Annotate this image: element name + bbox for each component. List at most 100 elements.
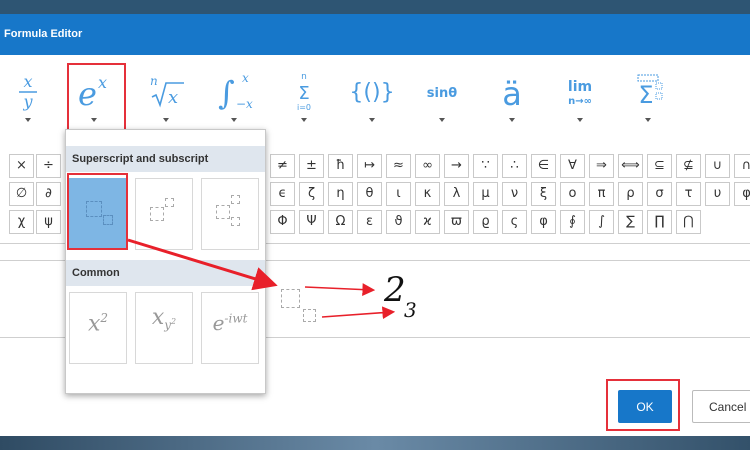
svg-text:Σ: Σ [638,81,653,109]
symbol-button[interactable]: ς [502,210,527,234]
symbol-button[interactable]: ≠ [270,154,295,178]
symbol-button[interactable]: ⊆ [647,154,672,178]
symbol-button[interactable]: ⇒ [589,154,614,178]
symbol-button[interactable]: Ω [328,210,353,234]
symbol-button[interactable]: ∂ [36,182,61,206]
bracket-icon: {()} [344,68,400,114]
symbol-button[interactable]: ⟺ [618,154,643,178]
symbol-button[interactable]: → [444,154,469,178]
symbol-button[interactable]: ζ [299,182,324,206]
chevron-down-icon [439,118,445,122]
symbol-button[interactable]: ∏ [647,210,672,234]
symbol-button[interactable]: ϱ [473,210,498,234]
integral-button[interactable]: ∫ x −x [206,62,262,128]
symbol-button[interactable]: ∅ [9,182,34,206]
symbol-button[interactable]: π [589,182,614,206]
common-x-squared-label: x2 [87,311,109,337]
symbol-button[interactable]: ε [357,210,382,234]
section-label-common: Common [66,260,265,286]
function-button[interactable]: sinθ [414,62,470,128]
operator-icon: Σ [620,68,676,114]
symbol-button[interactable]: μ [473,182,498,206]
symbol-button[interactable]: ∞ [415,154,440,178]
symbol-button[interactable]: ψ [36,210,61,234]
large-operator-button[interactable]: n Σi=0 [276,62,332,128]
chevron-down-icon [577,118,583,122]
radical-button[interactable]: nx [138,62,194,128]
sum-icon: n Σi=0 [276,68,332,114]
chevron-down-icon [509,118,515,122]
symbol-button[interactable]: σ [647,182,672,206]
symbol-button[interactable]: ϑ [386,210,411,234]
bracket-button[interactable]: {()} [344,62,400,128]
symbol-button[interactable]: ∴ [502,154,527,178]
common-e-power-iwt[interactable]: e-iwt [201,292,259,364]
symbol-button[interactable]: ξ [531,182,556,206]
limit-button[interactable]: lim n→∞ [552,62,608,128]
symbol-button[interactable]: ϖ [444,210,469,234]
symbol-button[interactable]: φ [531,210,556,234]
symbol-button[interactable]: τ [676,182,701,206]
symbol-button[interactable]: ⋂ [676,210,701,234]
symbol-button[interactable]: κ [415,182,440,206]
chevron-down-icon [163,118,169,122]
symbol-button[interactable]: ÷ [36,154,61,178]
radical-icon: nx [138,68,194,114]
common-x-sub-y-squared[interactable]: xy2 [135,292,193,364]
background-bottom [0,436,750,450]
highlight-box-template [67,173,128,250]
symbol-button[interactable]: ∫ [589,210,614,234]
common-x-squared[interactable]: x2 [69,292,127,364]
chevron-down-icon [369,118,375,122]
operator-button[interactable]: Σ [620,62,676,128]
fraction-icon: xy [0,68,56,114]
symbol-button[interactable]: ± [299,154,324,178]
highlight-box-toolbar [67,63,126,135]
symbol-button[interactable]: φ [734,182,750,206]
symbol-button[interactable]: χ [9,210,34,234]
symbol-button[interactable]: ħ [328,154,353,178]
symbol-button[interactable]: ∑ [618,210,643,234]
symbol-button[interactable]: ≈ [386,154,411,178]
svg-text:n: n [150,74,158,88]
fraction-button[interactable]: xy [0,62,56,128]
chevron-down-icon [301,118,307,122]
highlight-box-ok [606,379,680,431]
symbol-button[interactable]: θ [357,182,382,206]
symbol-button[interactable]: ↦ [357,154,382,178]
accent-icon: ä [484,68,540,114]
symbol-button[interactable]: ∪ [705,154,730,178]
symbol-button[interactable]: υ [705,182,730,206]
accent-button[interactable]: ä [484,62,540,128]
base-placeholder[interactable] [281,289,300,308]
symbol-button[interactable]: ϰ [415,210,440,234]
symbol-button[interactable]: Φ [270,210,295,234]
svg-text:Σ: Σ [298,83,309,104]
symbol-button[interactable]: ∵ [473,154,498,178]
symbol-button[interactable]: ∈ [531,154,556,178]
background-top [0,0,750,14]
symbol-button[interactable]: η [328,182,353,206]
symbol-button[interactable]: ∩ [734,154,750,178]
svg-text:∫: ∫ [218,74,235,112]
limit-icon: lim n→∞ [552,68,608,114]
template-superscript[interactable] [135,178,193,250]
subscript-placeholder[interactable] [303,309,316,322]
symbol-button[interactable]: ∀ [560,154,585,178]
cancel-button[interactable]: Cancel [692,390,750,423]
symbol-button[interactable]: Ψ [299,210,324,234]
title-bar: Formula Editor [0,14,750,55]
symbol-button[interactable]: λ [444,182,469,206]
symbol-button[interactable]: ο [560,182,585,206]
dialog-title: Formula Editor [4,28,83,40]
symbol-button[interactable]: ρ [618,182,643,206]
svg-text:y: y [22,92,33,111]
symbol-button[interactable]: ∮ [560,210,585,234]
symbol-button[interactable]: ν [502,182,527,206]
symbol-button[interactable]: × [9,154,34,178]
symbol-button[interactable]: ⊈ [676,154,701,178]
symbol-button[interactable]: ι [386,182,411,206]
superscript-subscript-dropdown: Superscript and subscript Common x2 xy2 … [65,129,266,394]
template-sub-superscript[interactable] [201,178,259,250]
symbol-button[interactable]: ϵ [270,182,295,206]
